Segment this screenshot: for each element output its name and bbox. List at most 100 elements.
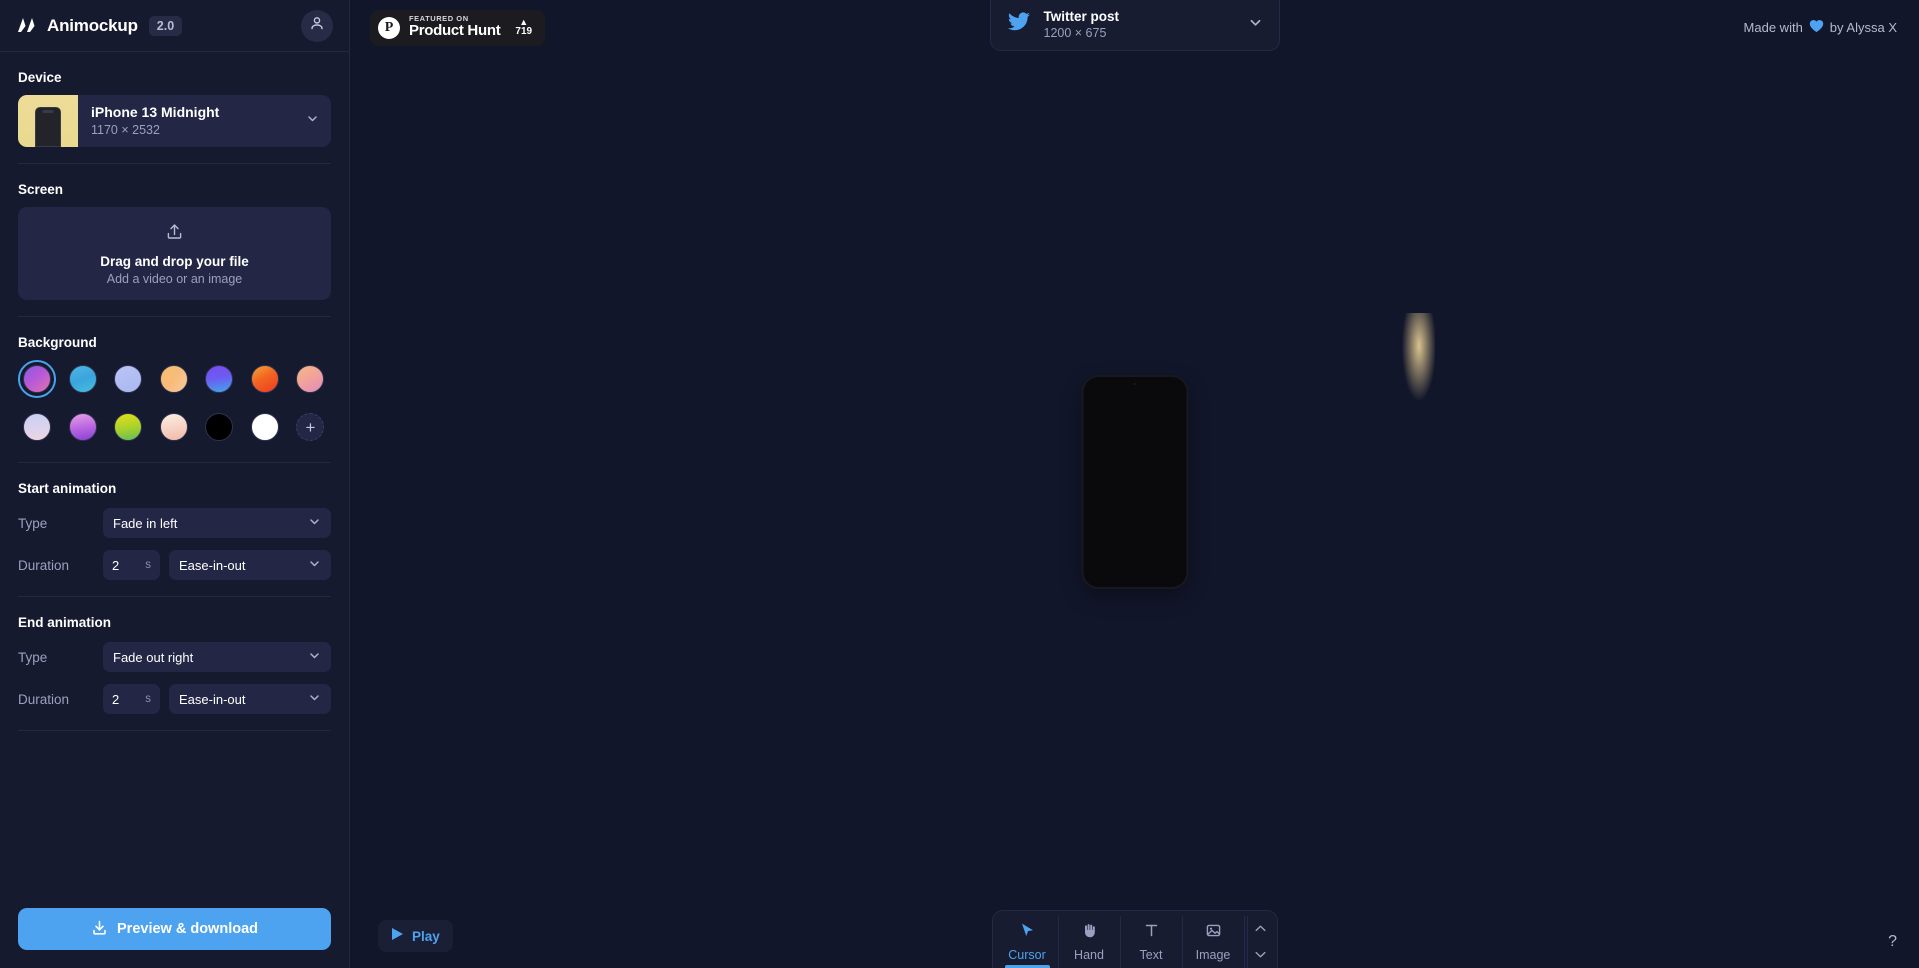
blue-teal-gradient: [68, 365, 97, 393]
background-swatch-peach-orange-gradient[interactable]: [155, 360, 193, 398]
canvas-area[interactable]: [350, 55, 1919, 908]
user-icon: [309, 15, 325, 36]
preview-download-label: Preview & download: [117, 921, 258, 937]
format-resolution: 1200 × 675: [1043, 25, 1107, 40]
brand-version-badge: 2.0: [148, 15, 183, 36]
chevron-down-icon: [308, 515, 321, 531]
cream-salmon-gradient: [159, 413, 188, 441]
start-duration-label: Duration: [18, 557, 70, 573]
background-swatch-grid: +: [18, 360, 331, 446]
phone-camera-dot: [1133, 382, 1136, 385]
gradient-sheen: [1395, 312, 1435, 423]
background-swatch-lilac-pink-gradient[interactable]: [18, 408, 56, 446]
device-selector[interactable]: iPhone 13 Midnight 1170 × 2532: [18, 95, 331, 147]
heart-icon: [1809, 19, 1824, 36]
upload-icon: [165, 222, 184, 246]
credit-line: Made with by Alyssa X: [1744, 19, 1897, 36]
background-swatch-orange-red-gradient[interactable]: [246, 360, 284, 398]
tool-steppers: [1246, 916, 1273, 968]
play-button[interactable]: Play: [378, 920, 453, 952]
chevron-up-icon[interactable]: [1254, 920, 1267, 938]
orange-red-gradient: [250, 365, 279, 393]
background-swatch-violet-blue-gradient[interactable]: [200, 360, 238, 398]
user-account-button[interactable]: [301, 9, 333, 42]
chevron-down-icon: [1248, 15, 1263, 35]
end-animation-type-select[interactable]: Fade out right: [103, 642, 331, 672]
start-duration-unit: s: [145, 559, 151, 571]
tool-image[interactable]: Image: [1183, 916, 1245, 968]
end-animation-title: End animation: [18, 615, 112, 630]
file-dropzone[interactable]: Drag and drop your file Add a video or a…: [18, 207, 331, 300]
end-animation-type-row: Type Fade out right: [18, 642, 331, 672]
text-icon: [1143, 922, 1160, 944]
hand-icon: [1081, 922, 1098, 944]
preview-download-button[interactable]: Preview & download: [18, 908, 331, 950]
download-icon: [91, 919, 108, 940]
sidebar-footer: Preview & download: [0, 894, 349, 968]
end-duration-input[interactable]: 2 s: [103, 684, 160, 714]
chevron-down-icon: [308, 649, 321, 665]
tool-text-label: Text: [1139, 948, 1163, 962]
format-texts: Twitter post 1200 × 675: [1044, 9, 1120, 42]
top-bar: P FEATURED ON Product Hunt ▲ 719 Twitter…: [350, 0, 1919, 55]
background-swatch-cream-salmon-gradient[interactable]: [155, 408, 193, 446]
background-swatch-white-solid[interactable]: [246, 408, 284, 446]
product-hunt-badge[interactable]: P FEATURED ON Product Hunt ▲ 719: [370, 9, 546, 46]
start-duration-value: 2: [112, 557, 120, 573]
start-type-value: Fade in left: [113, 515, 178, 531]
tool-text[interactable]: Text: [1121, 916, 1183, 968]
sidebar: Animockup 2.0 Device iPhone 13 Midnight …: [0, 0, 350, 968]
background-swatch-periwinkle-gradient[interactable]: [109, 360, 147, 398]
iphone-13-mockup[interactable]: [1083, 376, 1186, 587]
background-swatch-purple-pink-gradient[interactable]: [64, 408, 102, 446]
help-button[interactable]: ?: [1888, 933, 1897, 951]
format-name: Twitter post: [1043, 8, 1120, 24]
image-icon: [1205, 922, 1222, 944]
background-swatch-blue-teal-gradient[interactable]: [64, 360, 102, 398]
end-easing-value: Ease-in-out: [179, 691, 246, 707]
start-duration-input[interactable]: 2 s: [103, 550, 160, 580]
violet-blue-gradient: [205, 365, 234, 393]
chevron-down-icon[interactable]: [1254, 946, 1267, 964]
tool-cursor[interactable]: Cursor: [997, 916, 1059, 968]
tool-image-label: Image: [1195, 948, 1231, 962]
tool-toolbar: Cursor Hand Text Image: [991, 910, 1278, 968]
background-swatch-yellow-green-gradient[interactable]: [109, 408, 147, 446]
end-type-label: Type: [18, 649, 48, 665]
animockup-logo-icon: [16, 16, 38, 36]
yellow-green-gradient: [114, 413, 143, 441]
background-swatch-black-solid[interactable]: [200, 408, 238, 446]
product-hunt-logo-icon: P: [378, 16, 400, 39]
pink-peach-gradient: [296, 365, 325, 393]
device-meta: iPhone 13 Midnight 1170 × 2532: [78, 104, 219, 138]
twitter-icon: [1007, 12, 1031, 38]
format-selector[interactable]: Twitter post 1200 × 675: [989, 0, 1280, 51]
start-easing-select[interactable]: Ease-in-out: [169, 550, 331, 580]
chevron-down-icon: [306, 112, 319, 130]
periwinkle-gradient: [114, 365, 143, 393]
divider: [18, 462, 331, 463]
black-solid: [205, 413, 234, 441]
start-animation-type-select[interactable]: Fade in left: [103, 508, 331, 538]
start-animation-type-row: Type Fade in left: [18, 508, 331, 538]
background-section-title: Background: [18, 335, 97, 350]
cursor-icon: [1019, 922, 1036, 944]
start-type-label: Type: [18, 515, 48, 531]
device-section-title: Device: [18, 70, 62, 85]
start-easing-value: Ease-in-out: [179, 557, 246, 573]
product-hunt-name: Product Hunt: [409, 22, 501, 40]
chevron-down-icon: [308, 691, 321, 707]
background-swatch-purple-magenta-gradient[interactable]: [18, 360, 56, 398]
brand-name: Animockup: [47, 15, 138, 35]
end-duration-value: 2: [112, 691, 120, 707]
end-animation-duration-row: Duration 2 s Ease-in-out: [18, 684, 331, 714]
add-background-button[interactable]: +: [291, 408, 329, 446]
end-easing-select[interactable]: Ease-in-out: [169, 684, 331, 714]
end-duration-label: Duration: [18, 691, 70, 707]
background-swatch-pink-peach-gradient[interactable]: [291, 360, 329, 398]
main-area: P FEATURED ON Product Hunt ▲ 719 Twitter…: [350, 0, 1919, 968]
divider: [18, 596, 331, 597]
mockup-artboard[interactable]: [834, 312, 1435, 651]
tool-cursor-label: Cursor: [1008, 948, 1046, 962]
tool-hand[interactable]: Hand: [1059, 916, 1121, 968]
